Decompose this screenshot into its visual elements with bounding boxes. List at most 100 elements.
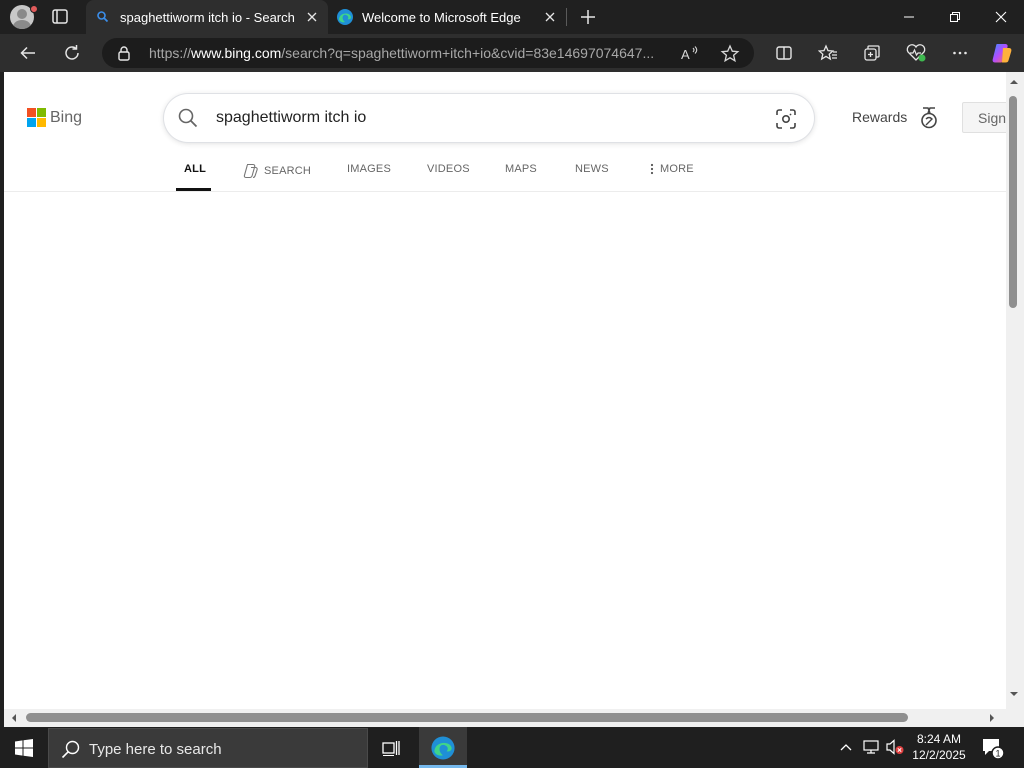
windows-logo-icon: [15, 738, 33, 757]
restore-button[interactable]: [932, 0, 978, 34]
volume-tray-button[interactable]: [885, 737, 905, 757]
tab-search-label: SEARCH: [264, 165, 312, 177]
notification-icon: 1: [983, 739, 1005, 760]
more-horizontal-icon: [953, 51, 967, 55]
tab-bing-search[interactable]: spaghettiworm itch io - Search: [86, 0, 328, 34]
address-bar[interactable]: https://www.bing.com/search?q=spaghettiw…: [102, 38, 754, 68]
task-view-button[interactable]: [376, 733, 406, 763]
close-window-button[interactable]: [978, 0, 1024, 34]
horizontal-scroll-thumb[interactable]: [26, 713, 908, 722]
plus-icon: [581, 10, 595, 24]
tab-actions-button[interactable]: [48, 6, 72, 28]
clock-time: 8:24 AM: [916, 732, 962, 746]
search-icon[interactable]: [178, 108, 198, 128]
browser-toolbar: https://www.bing.com/search?q=spaghettiw…: [0, 34, 1024, 72]
sign-in-button[interactable]: Sign in: [962, 102, 1006, 133]
tab-videos-label: VIDEOS: [427, 163, 470, 175]
notification-count: 1: [995, 749, 1000, 759]
taskbar-clock[interactable]: 8:24 AM 12/2/2025: [905, 731, 973, 763]
clock-date: 12/2/2025: [912, 748, 966, 762]
restore-icon: [950, 12, 960, 22]
minimize-icon: [904, 16, 914, 18]
show-hidden-icons-button[interactable]: [836, 737, 856, 757]
url-domain: www.bing.com: [191, 45, 282, 61]
vertical-scroll-thumb[interactable]: [1009, 96, 1017, 308]
edge-icon: [336, 8, 354, 26]
profile-notification-dot: [30, 5, 38, 13]
bing-logo[interactable]: Bing: [27, 108, 82, 127]
scrollbar-corner: [1006, 709, 1024, 727]
title-bar: spaghettiworm itch io - Search Welcome t…: [0, 0, 1024, 34]
tab-all-label: ALL: [184, 163, 206, 175]
scroll-down-arrow-icon[interactable]: [1008, 690, 1020, 698]
read-aloud-icon[interactable]: A: [680, 45, 700, 63]
close-tab-button[interactable]: [538, 5, 562, 29]
collections-button[interactable]: [858, 39, 886, 67]
tab-news-label: NEWS: [575, 163, 609, 175]
refresh-icon: [65, 45, 79, 60]
lock-icon[interactable]: [116, 45, 132, 61]
back-button[interactable]: [14, 39, 42, 67]
heart-pulse-icon: [906, 44, 926, 62]
browser-essentials-button[interactable]: [902, 39, 930, 67]
visual-search-icon[interactable]: [776, 109, 796, 129]
tab-welcome-edge[interactable]: Welcome to Microsoft Edge: [328, 0, 566, 34]
url-text[interactable]: https://www.bing.com/search?q=spaghettiw…: [149, 45, 669, 61]
edge-icon: [431, 735, 455, 760]
tab-search[interactable]: SEARCH: [242, 163, 311, 179]
network-tray-button[interactable]: [861, 737, 881, 757]
star-icon[interactable]: [720, 44, 740, 64]
close-icon: [545, 12, 555, 22]
collections-icon: [864, 45, 880, 61]
windows-taskbar: Type here to search 8:24 AM 12/2/2025 1: [0, 727, 1024, 768]
rewards-medal-icon[interactable]: [918, 106, 940, 130]
settings-more-button[interactable]: [946, 39, 974, 67]
start-button[interactable]: [0, 727, 48, 768]
svg-text:A: A: [681, 47, 690, 62]
scroll-left-arrow-icon[interactable]: [10, 712, 18, 724]
tab-all[interactable]: ALL: [176, 163, 211, 191]
tab-more-label: MORE: [660, 163, 694, 175]
volume-muted-icon: [886, 739, 904, 755]
close-icon: [307, 12, 317, 22]
taskbar-edge-button[interactable]: [419, 727, 467, 768]
split-screen-icon: [776, 46, 792, 60]
close-tab-button[interactable]: [300, 5, 324, 29]
minimize-button[interactable]: [886, 0, 932, 34]
active-tab-indicator: [176, 188, 211, 191]
copilot-search-icon: [243, 163, 258, 179]
search-box[interactable]: spaghettiworm itch io: [164, 94, 814, 142]
scroll-up-arrow-icon[interactable]: [1008, 78, 1020, 86]
tab-actions-icon: [52, 9, 68, 24]
refresh-button[interactable]: [58, 39, 86, 67]
profile-button[interactable]: [8, 4, 38, 30]
taskbar-search-box[interactable]: Type here to search: [48, 728, 368, 768]
copilot-icon: [992, 44, 1012, 63]
task-view-icon: [382, 741, 400, 756]
search-input[interactable]: spaghettiworm itch io: [216, 109, 366, 127]
new-tab-button[interactable]: [576, 5, 600, 29]
chevron-up-icon: [840, 744, 852, 751]
tab-news[interactable]: NEWS: [575, 163, 609, 175]
favorites-button[interactable]: [814, 39, 842, 67]
horizontal-scrollbar[interactable]: [4, 709, 1006, 727]
tab-title: Welcome to Microsoft Edge: [362, 9, 521, 25]
tab-videos[interactable]: VIDEOS: [427, 163, 470, 175]
tab-maps[interactable]: MAPS: [505, 163, 537, 175]
notification-center-button[interactable]: 1: [980, 735, 1006, 761]
split-screen-button[interactable]: [770, 39, 798, 67]
vertical-scrollbar[interactable]: [1006, 72, 1024, 709]
tab-more[interactable]: MORE: [650, 163, 694, 175]
tab-maps-label: MAPS: [505, 163, 537, 175]
arrow-left-icon: [20, 46, 35, 60]
network-icon: [863, 740, 879, 754]
tab-title: spaghettiworm itch io - Search: [120, 9, 295, 25]
favorites-icon: [818, 44, 837, 61]
scroll-right-arrow-icon[interactable]: [988, 712, 996, 724]
rewards-link[interactable]: Rewards: [852, 109, 907, 125]
tab-separator: [566, 8, 567, 26]
copilot-button[interactable]: [988, 39, 1016, 67]
tab-images-label: IMAGES: [347, 163, 391, 175]
tab-images[interactable]: IMAGES: [347, 163, 391, 175]
search-scope-tabs: ALL SEARCH IMAGES VIDEOS MAPS NEWS MORE: [4, 156, 1006, 192]
